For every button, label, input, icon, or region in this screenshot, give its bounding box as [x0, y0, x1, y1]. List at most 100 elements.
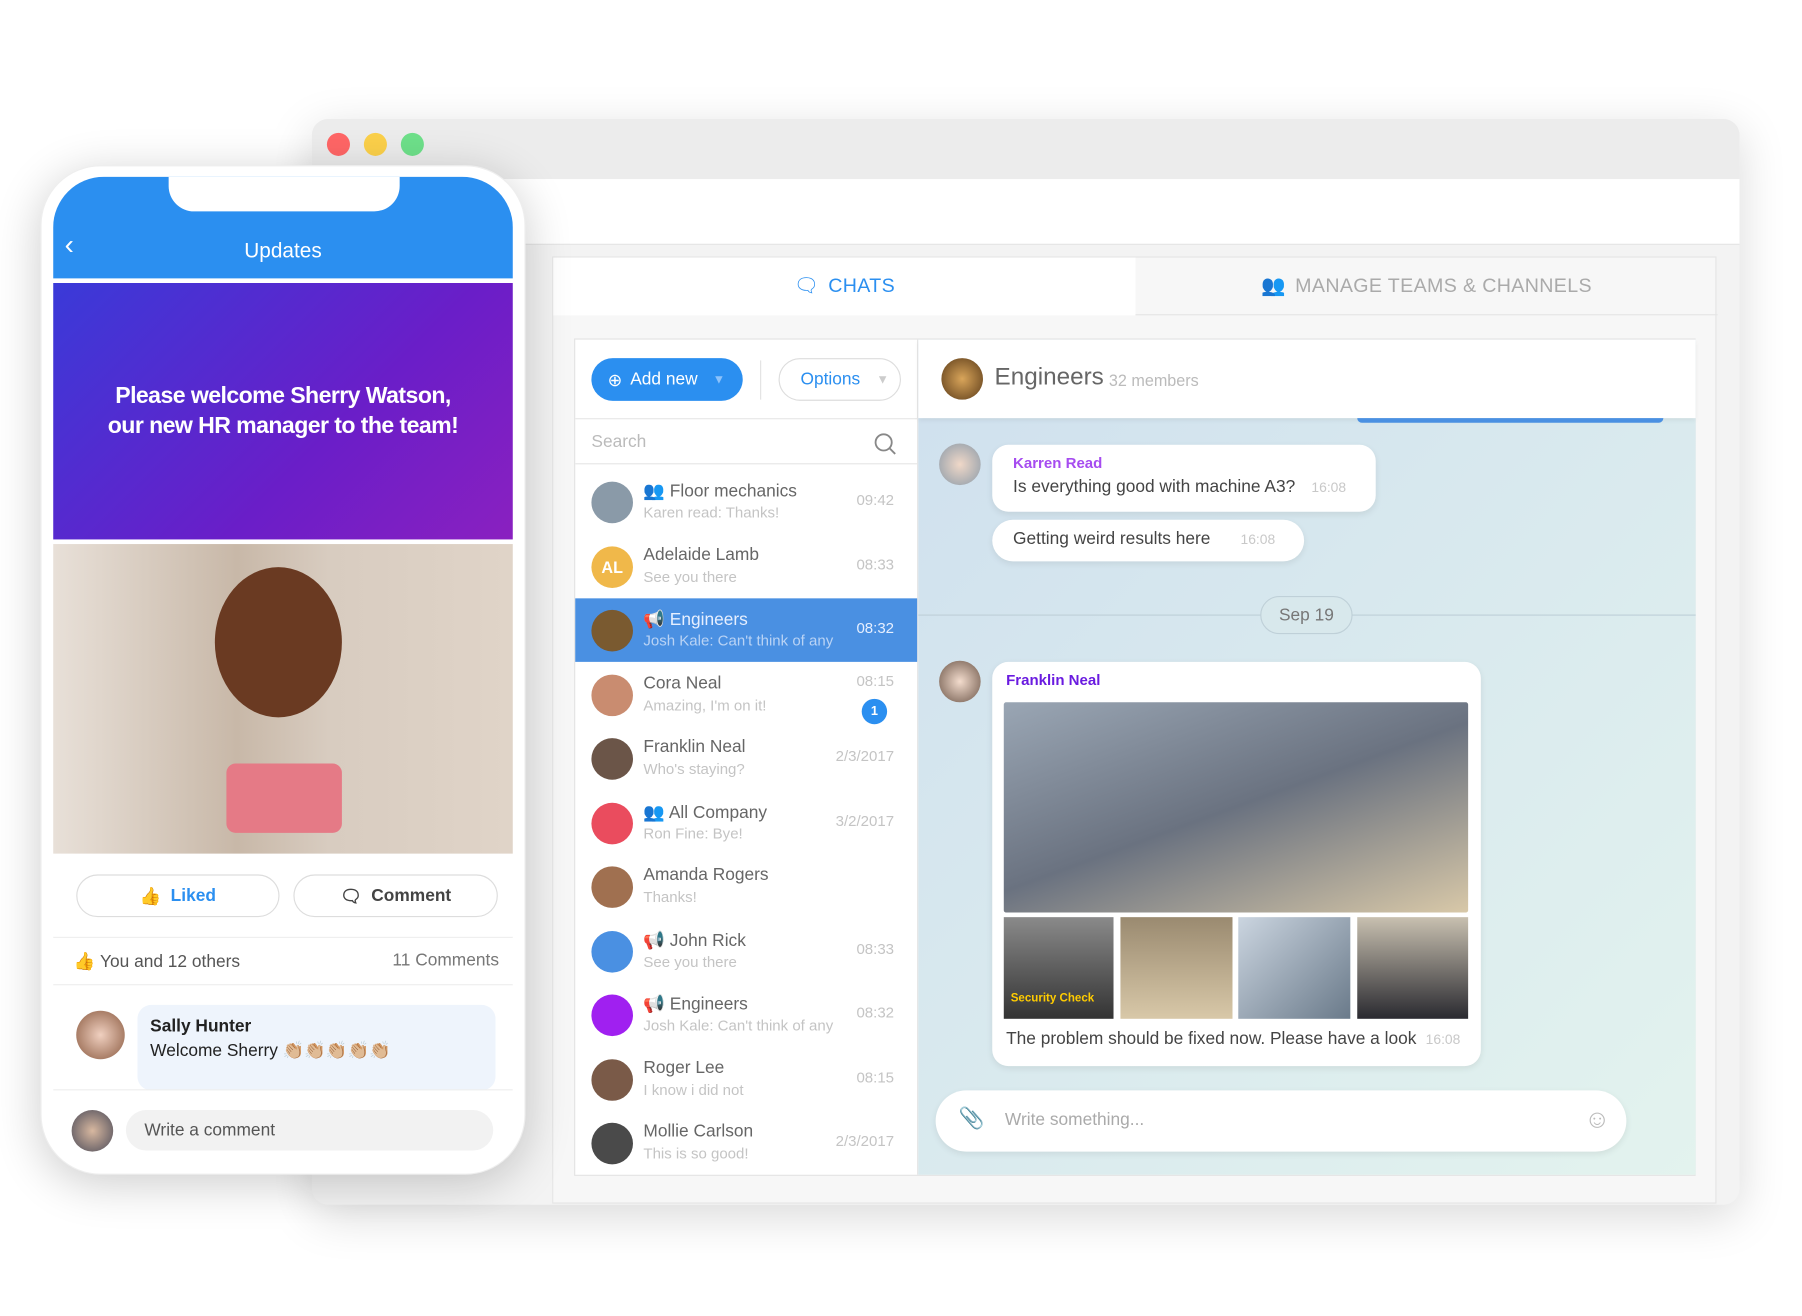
comment-input[interactable]: Write a comment — [125, 1110, 494, 1151]
member-count: 32 members — [1108, 370, 1199, 390]
close-window-button[interactable] — [326, 132, 350, 156]
thumbs-up-icon: 👍 — [139, 886, 162, 907]
avatar: AL — [591, 545, 633, 588]
thumbs-up-icon: 👍 — [73, 951, 96, 972]
conversation-item[interactable]: 👥 All Company Ron Fine: Bye! 3/2/2017 — [575, 791, 917, 855]
message-input[interactable]: 📎 Write something... ☺ — [935, 1090, 1627, 1152]
last-message-preview: See you there — [643, 567, 737, 586]
group-icon: 👥 — [643, 481, 670, 502]
conversation-item[interactable]: Roger Lee I know i did not 08:15 — [575, 1047, 917, 1111]
last-message-preview: Who's staying? — [643, 760, 745, 778]
photo-thumbnail[interactable] — [1238, 917, 1351, 1019]
search-input[interactable]: Search — [575, 418, 918, 465]
title-bar — [311, 118, 1740, 180]
conversation-item[interactable]: Mollie Carlson This is so good! 2/3/2017 — [575, 1111, 917, 1175]
options-dropdown[interactable]: Options ▼ — [778, 358, 901, 401]
message-bubble: Getting weird results here 16:08 — [992, 519, 1305, 562]
desktop-window: 🗨 CHATS 👥 MANAGE TEAMS & CHANNELS ⊕ Add new… — [311, 118, 1740, 1205]
conversation-name: Mollie Carlson — [643, 1121, 754, 1142]
conversation-name: Floor mechanics — [669, 481, 797, 502]
like-count: You and 12 others — [100, 951, 241, 972]
avatar — [591, 802, 633, 844]
last-message-preview: Thanks! — [643, 888, 697, 906]
phone-mockup: ‹ Updates Please welcome Sherry Watson, … — [40, 165, 526, 1175]
conversation-name: Cora Neal — [643, 672, 722, 693]
tab-chats[interactable]: 🗨 CHATS — [553, 257, 1136, 316]
screen-title: Updates — [244, 239, 322, 263]
conversation-item[interactable]: Franklin Neal Who's staying? 2/3/2017 — [575, 727, 917, 791]
timestamp: 09:42 — [856, 490, 895, 509]
avatar — [591, 609, 633, 652]
post-photo — [53, 544, 513, 854]
comment-count[interactable]: 11 Comments — [392, 951, 499, 971]
conversation-item[interactable]: 👥 Floor mechanics Karen read: Thanks! 09… — [575, 470, 917, 534]
comment-icon: 🗨 — [340, 886, 363, 907]
conversation-item[interactable]: Cora Neal Amazing, I'm on it! 08:15 1 — [575, 662, 917, 726]
unread-badge: 1 — [861, 698, 888, 724]
tab-manage-teams[interactable]: 👥 MANAGE TEAMS & CHANNELS — [1135, 258, 1718, 316]
emoji-icon[interactable]: ☺ — [1584, 1104, 1610, 1134]
plus-circle-icon: ⊕ — [607, 370, 623, 390]
megaphone-icon: 📢 — [643, 994, 670, 1015]
timestamp: 08:32 — [856, 1003, 895, 1022]
conversation-name: Amanda Rogers — [643, 865, 769, 885]
avatar — [591, 481, 633, 524]
avatar — [939, 660, 981, 703]
timestamp: 08:15 — [856, 1067, 895, 1086]
chat-header: Engineers 32 members — [918, 339, 1696, 419]
avatar — [591, 866, 633, 908]
message-author: Franklin Neal — [1006, 671, 1101, 689]
conversation-name: Adelaide Lamb — [643, 544, 759, 565]
conversation-name: Engineers — [669, 994, 748, 1015]
avatar — [939, 443, 981, 486]
caret-down-icon: ▼ — [876, 372, 889, 387]
megaphone-icon: 📢 — [643, 930, 670, 951]
timestamp: 2/3/2017 — [835, 747, 895, 765]
photo-thumbnail[interactable]: Security Check — [1003, 917, 1114, 1019]
liked-button[interactable]: 👍 Liked — [76, 874, 280, 918]
avatar — [591, 738, 633, 780]
last-message-preview: Amazing, I'm on it! — [643, 695, 767, 714]
photo-thumbnail[interactable] — [1120, 917, 1233, 1019]
conversation-item[interactable]: 📢 Engineers Josh Kale: Can't think of an… — [575, 598, 918, 662]
caret-down-icon: ▼ — [712, 372, 726, 387]
avatar — [941, 358, 983, 400]
conversation-list: ⊕ Add new ▼ Options ▼ Search 👥 Floor mechan… — [575, 339, 919, 1175]
avatar — [591, 994, 633, 1037]
last-message-preview: Ron Fine: Bye! — [643, 824, 743, 842]
last-message-preview: Josh Kale: Can't think of any — [643, 1016, 834, 1034]
minimize-window-button[interactable] — [363, 132, 387, 156]
avatar — [71, 1110, 114, 1152]
conversation-view: Engineers 32 members Karren Read Is ever… — [918, 339, 1696, 1175]
maximize-window-button[interactable] — [400, 132, 424, 156]
message-bubble: Karren Read Is everything good with mach… — [992, 444, 1376, 512]
avatar — [76, 1010, 125, 1060]
message-bubble: Franklin Neal Security Check The problem… — [992, 661, 1481, 1067]
conversation-name: All Company — [668, 802, 768, 822]
conversation-item[interactable]: 📢 Engineers Josh Kale: Can't think of an… — [575, 983, 917, 1047]
photo-attachment[interactable] — [1003, 702, 1469, 913]
paperclip-icon[interactable]: 📎 — [959, 1107, 985, 1131]
conversation-item[interactable]: Amanda Rogers Thanks! — [575, 855, 917, 919]
conversation-item[interactable]: 📢 John Rick See you there 08:33 — [575, 919, 917, 983]
comment-bubble: Sally Hunter Welcome Sherry 👏🏼👏🏼👏🏼👏🏼👏🏼 — [137, 1004, 496, 1091]
last-message-preview: I know i did not — [643, 1080, 744, 1098]
tab-container: 🗨 CHATS 👥 MANAGE TEAMS & CHANNELS ⊕ Add new… — [552, 256, 1718, 1204]
chat-title: Engineers — [994, 363, 1104, 391]
phone-header: ‹ Updates — [53, 176, 513, 279]
timestamp: 3/2/2017 — [835, 811, 895, 829]
conversation-name: Engineers — [669, 609, 748, 630]
photo-thumbnail[interactable] — [1357, 917, 1469, 1019]
announcement-banner: Please welcome Sherry Watson, our new HR… — [53, 282, 513, 540]
conversation-name: Roger Lee — [643, 1057, 725, 1078]
last-message-preview: Karen read: Thanks! — [643, 503, 780, 521]
search-icon[interactable] — [873, 432, 896, 455]
last-message-preview: See you there — [643, 952, 737, 970]
conversation-name: John Rick — [669, 930, 746, 951]
chat-bubbles-icon: 🗨 — [793, 274, 819, 297]
conversation-item[interactable]: AL Adelaide Lamb See you there 08:33 — [575, 534, 917, 598]
conversation-name: Franklin Neal — [643, 736, 746, 757]
add-new-button[interactable]: ⊕ Add new ▼ — [591, 358, 743, 401]
comment-button[interactable]: 🗨 Comment — [293, 874, 498, 918]
message-author: Karren Read — [1013, 453, 1103, 472]
